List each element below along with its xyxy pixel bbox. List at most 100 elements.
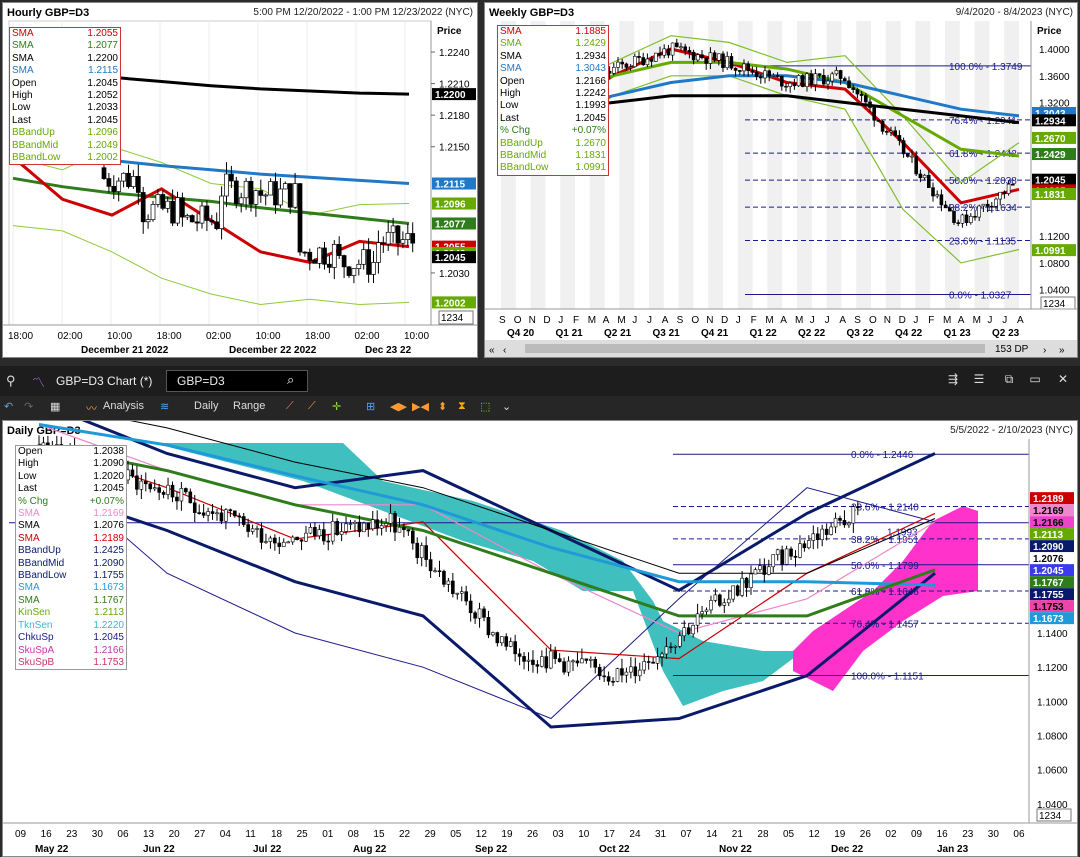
price-tag-label: 1.2166	[1033, 518, 1064, 529]
more-icon[interactable]: ⌄	[502, 400, 511, 413]
hourly-chart-panel[interactable]: Hourly GBP=D3 5:00 PM 12/20/2022 - 1:00 …	[2, 2, 478, 358]
legend-row: BBandLow 1.0991	[500, 162, 606, 174]
daily-chart-svg[interactable]: 0.0% - 1.244623.6% - 1.214038.2% - 1.195…	[3, 421, 1077, 856]
x-date-label: December 22 2022	[229, 345, 317, 356]
candle-body	[939, 194, 944, 206]
chart-type-icon[interactable]: ▦	[50, 400, 60, 413]
candle-body	[161, 492, 166, 495]
x-month-label: Nov 22	[719, 844, 752, 855]
close-icon[interactable]: ✕	[1054, 372, 1072, 388]
crosshair-icon[interactable]: ✛	[332, 400, 341, 413]
legend-row: SMA 1.1767	[18, 595, 124, 607]
x-day-label: 12	[809, 829, 821, 840]
candle-body	[101, 167, 107, 179]
candle-body	[624, 671, 629, 676]
candle-body	[662, 48, 666, 56]
analysis-button[interactable]: Analysis	[103, 400, 144, 412]
x-day-label: 07	[681, 829, 693, 840]
interval-dropdown[interactable]: Daily	[194, 400, 218, 412]
candle-body	[721, 53, 725, 69]
candle-body	[793, 555, 798, 558]
draw-line-icon[interactable]: ⟋	[286, 400, 294, 413]
candle-body	[238, 197, 244, 205]
chart-toolbar: ↶ ↷ ▦ 〰 Analysis ≋ Daily Range ⟋ ⟋ ✛ ⊞ ◀…	[0, 396, 1080, 420]
candle-body	[406, 529, 411, 532]
daily-chart-panel[interactable]: Daily GBP=D3 5/5/2022 - 2/10/2023 (NYC) …	[2, 420, 1078, 857]
x-month-label: D	[543, 315, 550, 326]
undo-icon[interactable]: ↶	[4, 400, 13, 413]
candle-body	[371, 262, 376, 275]
price-tag-label: 1.2189	[1033, 494, 1064, 505]
candle-body	[166, 484, 170, 495]
legend-name: High	[12, 90, 33, 102]
legend-value: +0.07%	[89, 495, 124, 507]
select-icon[interactable]: ⬚	[480, 400, 490, 413]
x-day-label: 16	[937, 829, 949, 840]
x-day-label: 05	[783, 829, 795, 840]
candle-body	[675, 42, 679, 48]
share-icon[interactable]: ⇶	[944, 372, 962, 388]
x-day-label: 27	[194, 829, 206, 840]
menu-icon[interactable]: ☰	[970, 372, 988, 388]
range-dropdown[interactable]: Range	[233, 400, 265, 412]
x-month-label: A	[839, 315, 846, 326]
legend-name: ChkuSp	[18, 632, 54, 644]
x-month-label: F	[928, 315, 934, 326]
legend-name: BBandLow	[18, 570, 67, 582]
legend-name: Low	[18, 470, 37, 482]
weekly-chart-panel[interactable]: Weekly GBP=D3 9/4/2020 - 8/4/2023 (NYC) …	[484, 2, 1078, 358]
price-tag-label: 1.1755	[1033, 590, 1064, 601]
legend-value: 1.2090	[93, 557, 124, 569]
legend-name: Last	[18, 483, 37, 495]
candle-body	[482, 608, 486, 618]
price-tag-label: 1.1753	[1033, 602, 1064, 613]
candle-body	[700, 611, 704, 615]
candle-body	[926, 174, 931, 188]
candle-body	[366, 249, 371, 275]
link-icon[interactable]: ⚲	[6, 373, 16, 389]
collapse-icon[interactable]: ⧗	[458, 400, 466, 413]
x-month-label: A	[662, 315, 669, 326]
x-day-label: 01	[322, 829, 334, 840]
candle-body	[746, 63, 751, 72]
zoom-icon[interactable]: ⊞	[366, 400, 375, 413]
candle-body	[495, 632, 500, 644]
candle-body	[914, 155, 919, 175]
candle-body	[148, 483, 153, 490]
candle-body	[263, 194, 269, 197]
candle-body	[157, 487, 161, 493]
candle-body	[165, 200, 171, 209]
fit-icon[interactable]: ▶◀	[412, 400, 429, 413]
candle-body	[725, 56, 729, 69]
minimize-icon[interactable]: ▭	[1026, 372, 1044, 388]
weekly-legend: SMA 1.1885 SMA 1.2429 SMA 1.2934 SMA 1.3043 Open…	[497, 25, 609, 176]
candle-body	[800, 75, 805, 87]
x-month-label: D	[899, 315, 906, 326]
legend-value: 1.2045	[87, 114, 118, 126]
expand-icon[interactable]: ⬍	[438, 400, 447, 413]
compare-icon[interactable]: ⟋	[308, 400, 316, 413]
candle-body	[366, 522, 371, 530]
candle-body	[135, 176, 141, 193]
candle-body	[540, 656, 544, 667]
candle-body	[611, 680, 615, 683]
popout-icon[interactable]: ⧉	[1000, 372, 1018, 388]
y-tick-label: 1.1400	[1037, 629, 1068, 640]
candle-body	[264, 541, 268, 543]
legend-value: 1.2045	[87, 77, 118, 89]
candle-body	[606, 676, 611, 682]
candle-body	[140, 192, 146, 223]
scroll-left-icon[interactable]: ◀▶	[390, 400, 407, 413]
candle-body	[847, 80, 851, 89]
search-icon[interactable]: ⌕	[287, 372, 294, 388]
x-month-label: D	[721, 315, 728, 326]
candle-body	[735, 585, 740, 596]
candle-body	[522, 656, 526, 662]
x-day-label: 15	[373, 829, 385, 840]
candle-body	[838, 70, 843, 79]
candle-body	[317, 529, 322, 537]
redo-icon[interactable]: ↷	[24, 400, 33, 413]
x-day-label: 09	[911, 829, 923, 840]
symbol-search-input[interactable]: GBP=D3 ⌕	[166, 370, 308, 392]
candle-body	[660, 653, 664, 657]
